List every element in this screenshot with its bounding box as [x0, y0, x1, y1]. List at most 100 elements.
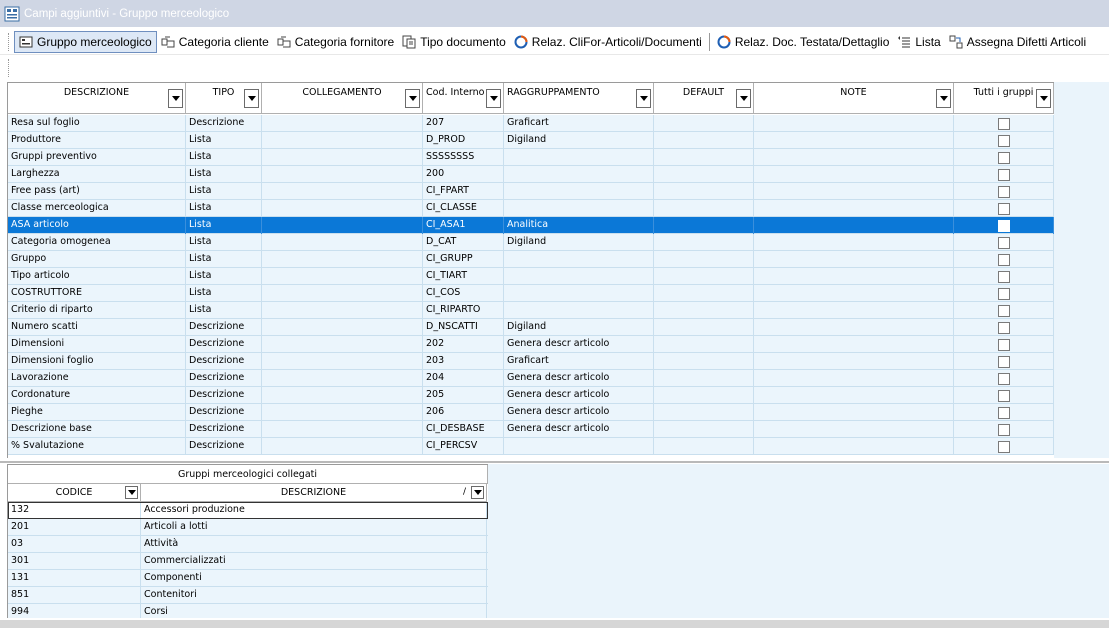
table-cell[interactable]: CI_RIPARTO [423, 302, 504, 319]
table-cell[interactable]: COSTRUTTORE [8, 285, 186, 302]
tab-relaz-doc-testata[interactable]: Relaz. Doc. Testata/Dettaglio [713, 31, 894, 53]
table-cell[interactable]: Descrizione [186, 370, 262, 387]
table-cell[interactable] [654, 336, 754, 353]
table-cell[interactable] [754, 115, 954, 132]
table-cell[interactable]: 131 [8, 570, 141, 587]
table-cell[interactable]: 204 [423, 370, 504, 387]
table-cell[interactable] [654, 421, 754, 438]
tab-categoria-cliente[interactable]: Categoria cliente [157, 31, 273, 53]
table-cell[interactable]: 994 [8, 604, 141, 618]
table-cell[interactable]: Lista [186, 268, 262, 285]
table-cell[interactable]: Gruppi preventivo [8, 149, 186, 166]
column-header-descrizione[interactable]: DESCRIZIONE [8, 83, 186, 114]
column-header-descrizione[interactable]: DESCRIZIONE / [141, 484, 487, 502]
table-cell[interactable]: Numero scatti [8, 319, 186, 336]
column-filter-button[interactable] [736, 89, 751, 108]
table-row[interactable]: Free pass (art) Lista CI_FPART [8, 183, 1054, 200]
table-cell[interactable]: 851 [8, 587, 141, 604]
table-cell[interactable] [262, 302, 423, 319]
table-cell[interactable]: Lista [186, 234, 262, 251]
table-cell[interactable] [654, 302, 754, 319]
checkbox[interactable] [997, 151, 1010, 164]
table-cell[interactable]: Free pass (art) [8, 183, 186, 200]
table-row[interactable]: 03 Attività [8, 536, 488, 553]
table-cell[interactable] [654, 200, 754, 217]
column-filter-button[interactable] [1036, 89, 1051, 108]
table-cell[interactable] [754, 387, 954, 404]
table-cell[interactable] [654, 438, 754, 455]
table-row[interactable]: % Svalutazione Descrizione CI_PERCSV [8, 438, 1054, 455]
checkbox[interactable] [997, 168, 1010, 181]
table-cell[interactable]: Descrizione [186, 115, 262, 132]
table-cell[interactable]: CI_FPART [423, 183, 504, 200]
tab-lista[interactable]: Lista [893, 31, 944, 53]
table-cell[interactable]: CI_PERCSV [423, 438, 504, 455]
table-cell[interactable] [754, 421, 954, 438]
table-cell[interactable] [262, 438, 423, 455]
table-cell[interactable] [754, 132, 954, 149]
table-row[interactable]: Dimensioni Descrizione 202 Genera descr art… [8, 336, 1054, 353]
table-cell[interactable]: Graficart [504, 353, 654, 370]
table-cell[interactable]: Dimensioni foglio [8, 353, 186, 370]
table-cell[interactable]: D_CAT [423, 234, 504, 251]
table-row[interactable]: ASA articolo Lista CI_ASA1 Analitica [8, 217, 1054, 234]
column-filter-button[interactable] [936, 89, 951, 108]
table-cell[interactable]: D_PROD [423, 132, 504, 149]
table-row[interactable]: Cordonature Descrizione 205 Genera descr ar… [8, 387, 1054, 404]
table-cell[interactable]: CI_TIART [423, 268, 504, 285]
checkbox[interactable] [997, 219, 1010, 232]
table-cell[interactable] [754, 438, 954, 455]
column-header-tutti-i-gruppi[interactable]: Tutti i gruppi [954, 83, 1054, 114]
table-cell[interactable] [262, 421, 423, 438]
table-cell[interactable]: Lista [186, 217, 262, 234]
table-cell[interactable]: Descrizione base [8, 421, 186, 438]
table-row[interactable]: 201 Articoli a lotti [8, 519, 488, 536]
table-cell[interactable] [262, 285, 423, 302]
table-cell[interactable] [654, 149, 754, 166]
table-cell[interactable]: Lista [186, 251, 262, 268]
column-filter-button[interactable] [471, 486, 484, 499]
tab-tipo-documento[interactable]: Tipo documento [398, 31, 510, 53]
table-cell[interactable]: CI_COS [423, 285, 504, 302]
table-cell[interactable] [654, 404, 754, 421]
table-cell[interactable] [754, 200, 954, 217]
table-cell[interactable]: Descrizione [186, 438, 262, 455]
table-cell[interactable] [262, 217, 423, 234]
table-cell[interactable]: Lista [186, 149, 262, 166]
table-cell[interactable]: Lista [186, 200, 262, 217]
table-cell[interactable] [262, 183, 423, 200]
table-row[interactable]: Gruppi preventivo Lista SSSSSSSS [8, 149, 1054, 166]
checkbox[interactable] [997, 423, 1010, 436]
checkbox[interactable] [997, 253, 1010, 266]
table-cell[interactable] [262, 387, 423, 404]
checkbox[interactable] [997, 117, 1010, 130]
table-cell[interactable]: Resa sul foglio [8, 115, 186, 132]
table-row[interactable]: 851 Contenitori [8, 587, 488, 604]
table-cell[interactable] [504, 302, 654, 319]
table-row[interactable]: Descrizione base Descrizione CI_DESBASE Gen… [8, 421, 1054, 438]
table-cell[interactable]: Attività [141, 536, 487, 553]
table-cell[interactable]: Descrizione [186, 387, 262, 404]
column-header-cod-interno[interactable]: Cod. Interno [423, 83, 504, 114]
table-cell[interactable] [654, 370, 754, 387]
table-cell[interactable]: Categoria omogenea [8, 234, 186, 251]
column-filter-button[interactable] [125, 486, 138, 499]
table-cell[interactable]: SSSSSSSS [423, 149, 504, 166]
table-cell[interactable]: Contenitori [141, 587, 487, 604]
table-cell[interactable] [504, 285, 654, 302]
table-row[interactable]: Gruppo Lista CI_GRUPP [8, 251, 1054, 268]
table-cell[interactable]: Articoli a lotti [141, 519, 487, 536]
table-cell[interactable]: Criterio di riparto [8, 302, 186, 319]
table-cell[interactable] [262, 200, 423, 217]
table-cell[interactable] [262, 370, 423, 387]
table-row[interactable]: COSTRUTTORE Lista CI_COS [8, 285, 1054, 302]
table-cell[interactable]: 301 [8, 553, 141, 570]
table-cell[interactable] [262, 251, 423, 268]
table-cell[interactable]: Cordonature [8, 387, 186, 404]
table-cell[interactable] [754, 251, 954, 268]
column-filter-button[interactable] [244, 89, 259, 108]
table-cell[interactable]: CI_DESBASE [423, 421, 504, 438]
table-cell[interactable]: Analitica [504, 217, 654, 234]
table-cell[interactable] [654, 268, 754, 285]
table-cell[interactable]: 202 [423, 336, 504, 353]
